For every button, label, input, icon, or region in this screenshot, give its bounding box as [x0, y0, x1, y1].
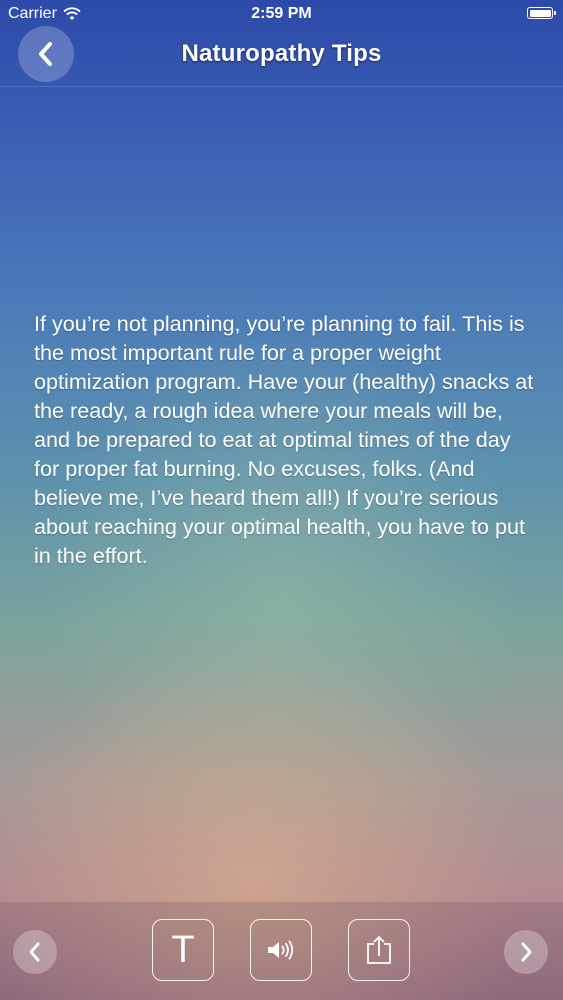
- previous-tip-button[interactable]: [13, 930, 57, 974]
- page-title: Naturopathy Tips: [181, 40, 382, 67]
- speak-button[interactable]: [250, 919, 312, 981]
- next-tip-button[interactable]: [504, 930, 548, 974]
- navigation-bar: Naturopathy Tips: [0, 14, 563, 87]
- tip-text: If you’re not planning, you’re planning …: [34, 311, 534, 568]
- share-button[interactable]: [348, 919, 410, 981]
- text-size-button[interactable]: T: [152, 919, 214, 981]
- text-size-icon: T: [171, 929, 195, 971]
- bottom-toolbar: T: [0, 902, 563, 1000]
- chevron-right-icon: [521, 942, 532, 962]
- speaker-icon: [268, 940, 294, 960]
- chevron-left-icon: [29, 942, 40, 962]
- share-icon: [367, 936, 391, 964]
